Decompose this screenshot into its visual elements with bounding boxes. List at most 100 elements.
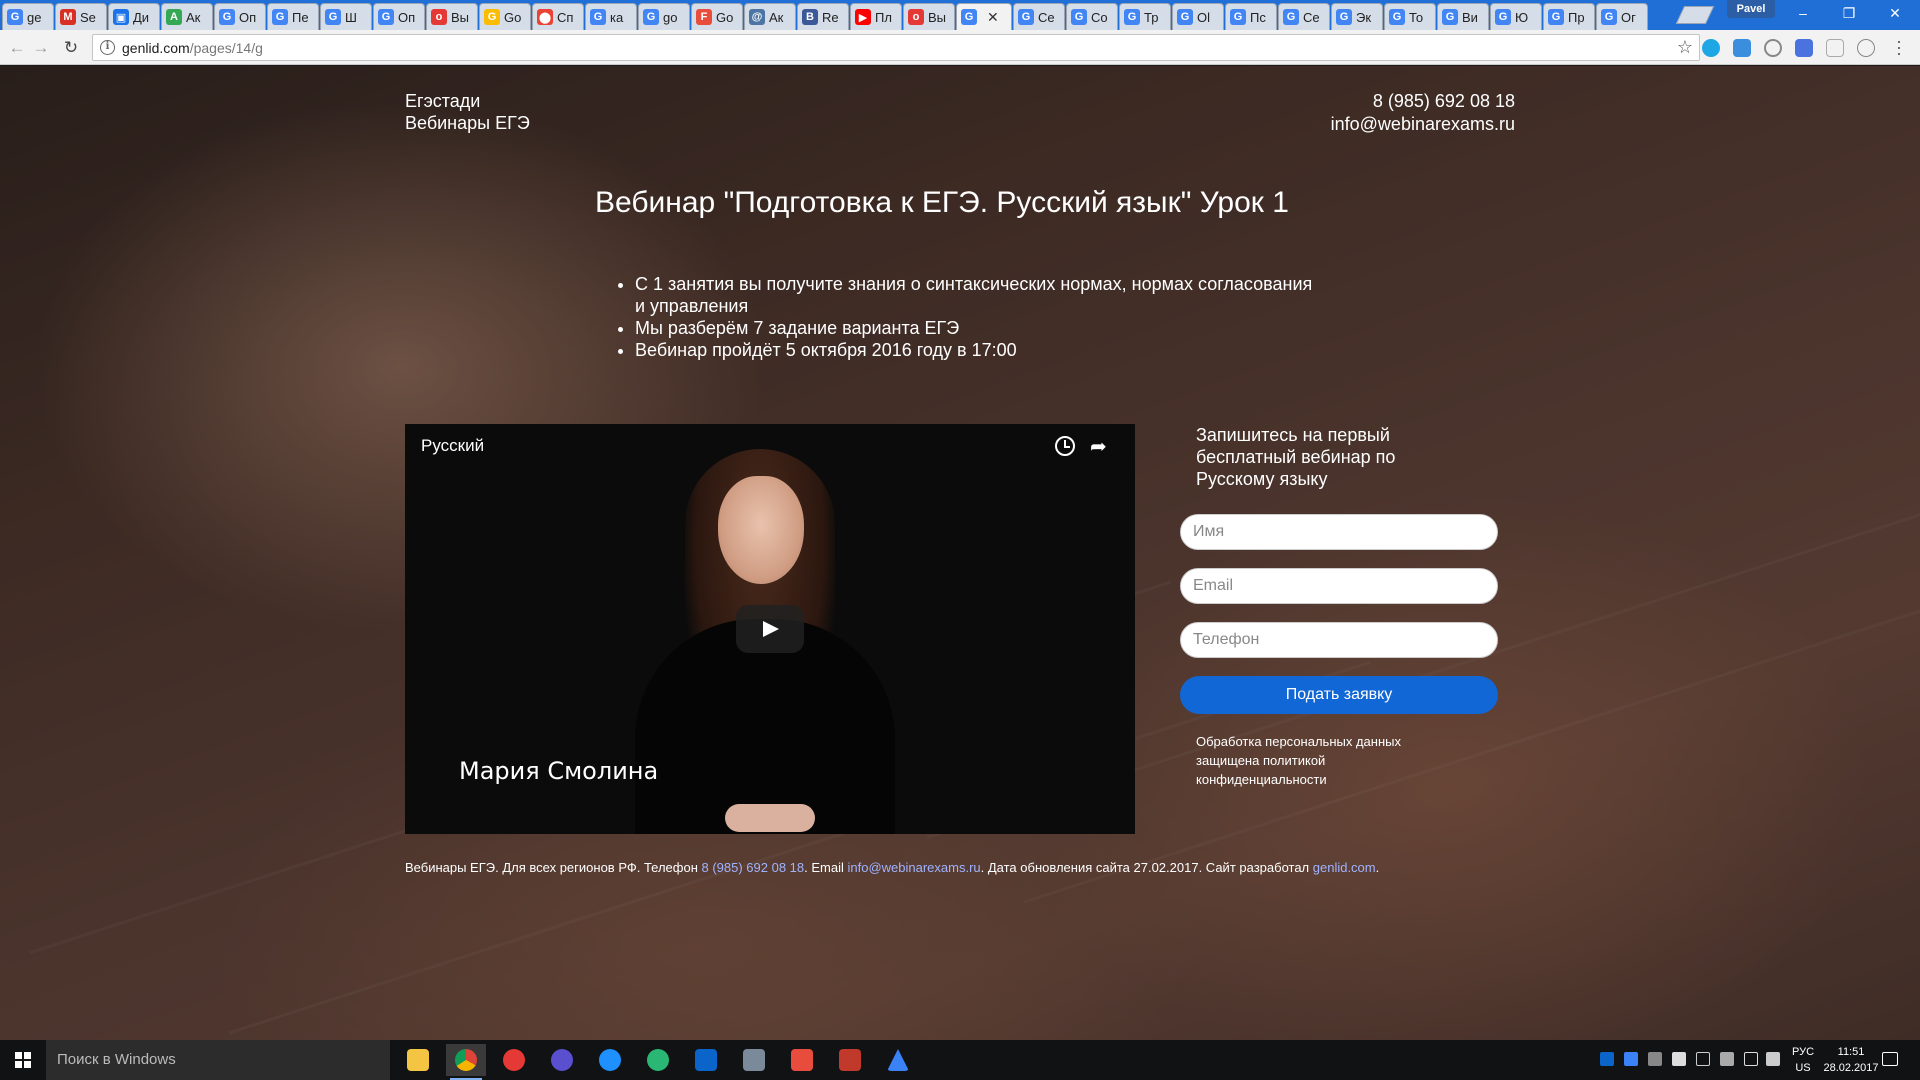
- taskbar-search[interactable]: Поиск в Windows: [46, 1040, 390, 1080]
- chrome-icon[interactable]: [446, 1044, 486, 1080]
- browser-tab[interactable]: F Go: [691, 3, 743, 30]
- browser-tab[interactable]: Ggo: [638, 3, 690, 30]
- file-explorer-icon[interactable]: [398, 1044, 438, 1076]
- forward-button[interactable]: →: [30, 37, 52, 59]
- browser-tab[interactable]: G Со: [1066, 3, 1118, 30]
- browser-tab[interactable]: Gка: [585, 3, 637, 30]
- start-button[interactable]: [0, 1040, 46, 1080]
- extension-icon[interactable]: [1702, 39, 1720, 57]
- browser-tab[interactable]: G Пр: [1543, 3, 1595, 30]
- browser-menu-icon[interactable]: · · ·: [1896, 32, 1902, 62]
- clock[interactable]: 11:51 28.02.2017: [1820, 1044, 1882, 1076]
- google-icon: G: [961, 9, 977, 25]
- network-icon[interactable]: [1744, 1052, 1758, 1066]
- app-icon[interactable]: [542, 1044, 582, 1076]
- translate-icon[interactable]: [1795, 39, 1813, 57]
- tab-label: Ви: [1462, 9, 1478, 25]
- browser-tab[interactable]: G Се: [1013, 3, 1065, 30]
- address-bar[interactable]: i genlid.com/pages/14/g ☆: [92, 34, 1700, 61]
- notification-center-icon[interactable]: [1882, 1052, 1898, 1066]
- browser-tab[interactable]: G Эк: [1331, 3, 1383, 30]
- tab-label: ge: [27, 9, 42, 25]
- browser-tab[interactable]: G Пс: [1225, 3, 1277, 30]
- browser-tab[interactable]: ▣ Ди: [108, 3, 160, 30]
- video-caption: Мария Смолина: [459, 757, 659, 785]
- browser-tab[interactable]: G ✕: [956, 3, 1012, 30]
- footer-developer-link[interactable]: genlid.com: [1313, 860, 1376, 875]
- footer-phone-link[interactable]: 8 (985) 692 08 18: [702, 860, 805, 875]
- app-icon[interactable]: [734, 1044, 774, 1076]
- browser-tab[interactable]: ▶ Пл: [850, 3, 902, 30]
- browser-tab[interactable]: B Re: [797, 3, 849, 30]
- extension-icon[interactable]: [1826, 39, 1844, 57]
- browser-tab[interactable]: @ Ак: [744, 3, 796, 30]
- browser-tab[interactable]: G Оп: [373, 3, 425, 30]
- submit-button[interactable]: Подать заявку: [1180, 676, 1498, 714]
- google-icon: G: [7, 9, 23, 25]
- browser-tab[interactable]: ⬤ Сп: [532, 3, 584, 30]
- email-field[interactable]: [1180, 568, 1498, 604]
- shield-icon[interactable]: [1672, 1052, 1686, 1066]
- landing-page: Егэстади Вебинары ЕГЭ 8 (985) 692 08 18 …: [0, 66, 1920, 1040]
- browser-tab[interactable]: G Ог: [1596, 3, 1648, 30]
- app-icon[interactable]: [830, 1044, 870, 1076]
- browser-tab[interactable]: A Ак: [161, 3, 213, 30]
- edge-icon[interactable]: [590, 1044, 630, 1076]
- play-button[interactable]: [736, 605, 804, 653]
- browser-tab[interactable]: G Ol: [1172, 3, 1224, 30]
- browser-tab[interactable]: G Go: [479, 3, 531, 30]
- browser-tab[interactable]: o Вы: [903, 3, 955, 30]
- footer-email-link[interactable]: info@webinarexams.ru: [847, 860, 980, 875]
- adwords-icon[interactable]: [878, 1044, 918, 1076]
- extension-icon[interactable]: [1857, 39, 1875, 57]
- browser-tab[interactable]: G Ви: [1437, 3, 1489, 30]
- restore-button[interactable]: ❐: [1826, 0, 1872, 26]
- outlook-tray-icon[interactable]: [1600, 1052, 1614, 1066]
- volume-icon[interactable]: [1766, 1052, 1780, 1066]
- browser-tab[interactable]: G Се: [1278, 3, 1330, 30]
- browser-tab[interactable]: GШ: [320, 3, 372, 30]
- opera-icon[interactable]: [494, 1044, 534, 1076]
- site-info-icon[interactable]: i: [100, 40, 115, 55]
- browser-tab[interactable]: o Вы: [426, 3, 478, 30]
- browser-tab[interactable]: G То: [1384, 3, 1436, 30]
- tab-label: Пе: [292, 9, 309, 25]
- phone-field[interactable]: [1180, 622, 1498, 658]
- browser-tab[interactable]: M Se: [55, 3, 107, 30]
- tab-label: Re: [822, 9, 839, 25]
- browser-tab[interactable]: G Пе: [267, 3, 319, 30]
- profile-badge[interactable]: Pavel: [1727, 0, 1775, 18]
- header-phone[interactable]: 8 (985) 692 08 18: [1331, 90, 1515, 113]
- close-window-button[interactable]: ✕: [1872, 0, 1918, 26]
- battery-icon[interactable]: [1696, 1052, 1710, 1066]
- outlook-icon[interactable]: [686, 1044, 726, 1076]
- close-tab-icon[interactable]: ✕: [987, 9, 999, 26]
- browser-tab[interactable]: GЮ: [1490, 3, 1542, 30]
- app-icon[interactable]: [782, 1044, 822, 1076]
- back-button[interactable]: ←: [6, 37, 28, 59]
- video-player[interactable]: Русский ➦ Мария Смолина: [405, 424, 1135, 834]
- app-icon[interactable]: [638, 1044, 678, 1076]
- new-tab-button[interactable]: [1675, 6, 1715, 24]
- name-field[interactable]: [1180, 514, 1498, 550]
- tray-icon[interactable]: [1648, 1052, 1662, 1066]
- address-url[interactable]: genlid.com/pages/14/g: [122, 40, 263, 56]
- tray-icon[interactable]: [1624, 1052, 1638, 1066]
- browser-tab[interactable]: Gge: [2, 3, 54, 30]
- video-title[interactable]: Русский: [421, 436, 484, 456]
- watch-later-icon[interactable]: [1055, 436, 1075, 456]
- header-email[interactable]: info@webinarexams.ru: [1331, 113, 1515, 136]
- language-indicator[interactable]: РУС US: [1786, 1044, 1820, 1076]
- extension-icon[interactable]: [1733, 39, 1751, 57]
- site-brand[interactable]: Егэстади Вебинары ЕГЭ: [405, 90, 530, 134]
- minimize-button[interactable]: –: [1780, 0, 1826, 26]
- browser-tab[interactable]: G Оп: [214, 3, 266, 30]
- extension-icon[interactable]: [1764, 39, 1782, 57]
- bookmark-star-icon[interactable]: ☆: [1677, 37, 1693, 58]
- browser-tab[interactable]: G Тр: [1119, 3, 1171, 30]
- share-icon[interactable]: ➦: [1090, 434, 1107, 459]
- reload-button[interactable]: ↻: [60, 37, 82, 59]
- chat-icon: ▣: [113, 9, 129, 25]
- tray-icon[interactable]: [1720, 1052, 1734, 1066]
- google-icon: G: [1230, 9, 1246, 25]
